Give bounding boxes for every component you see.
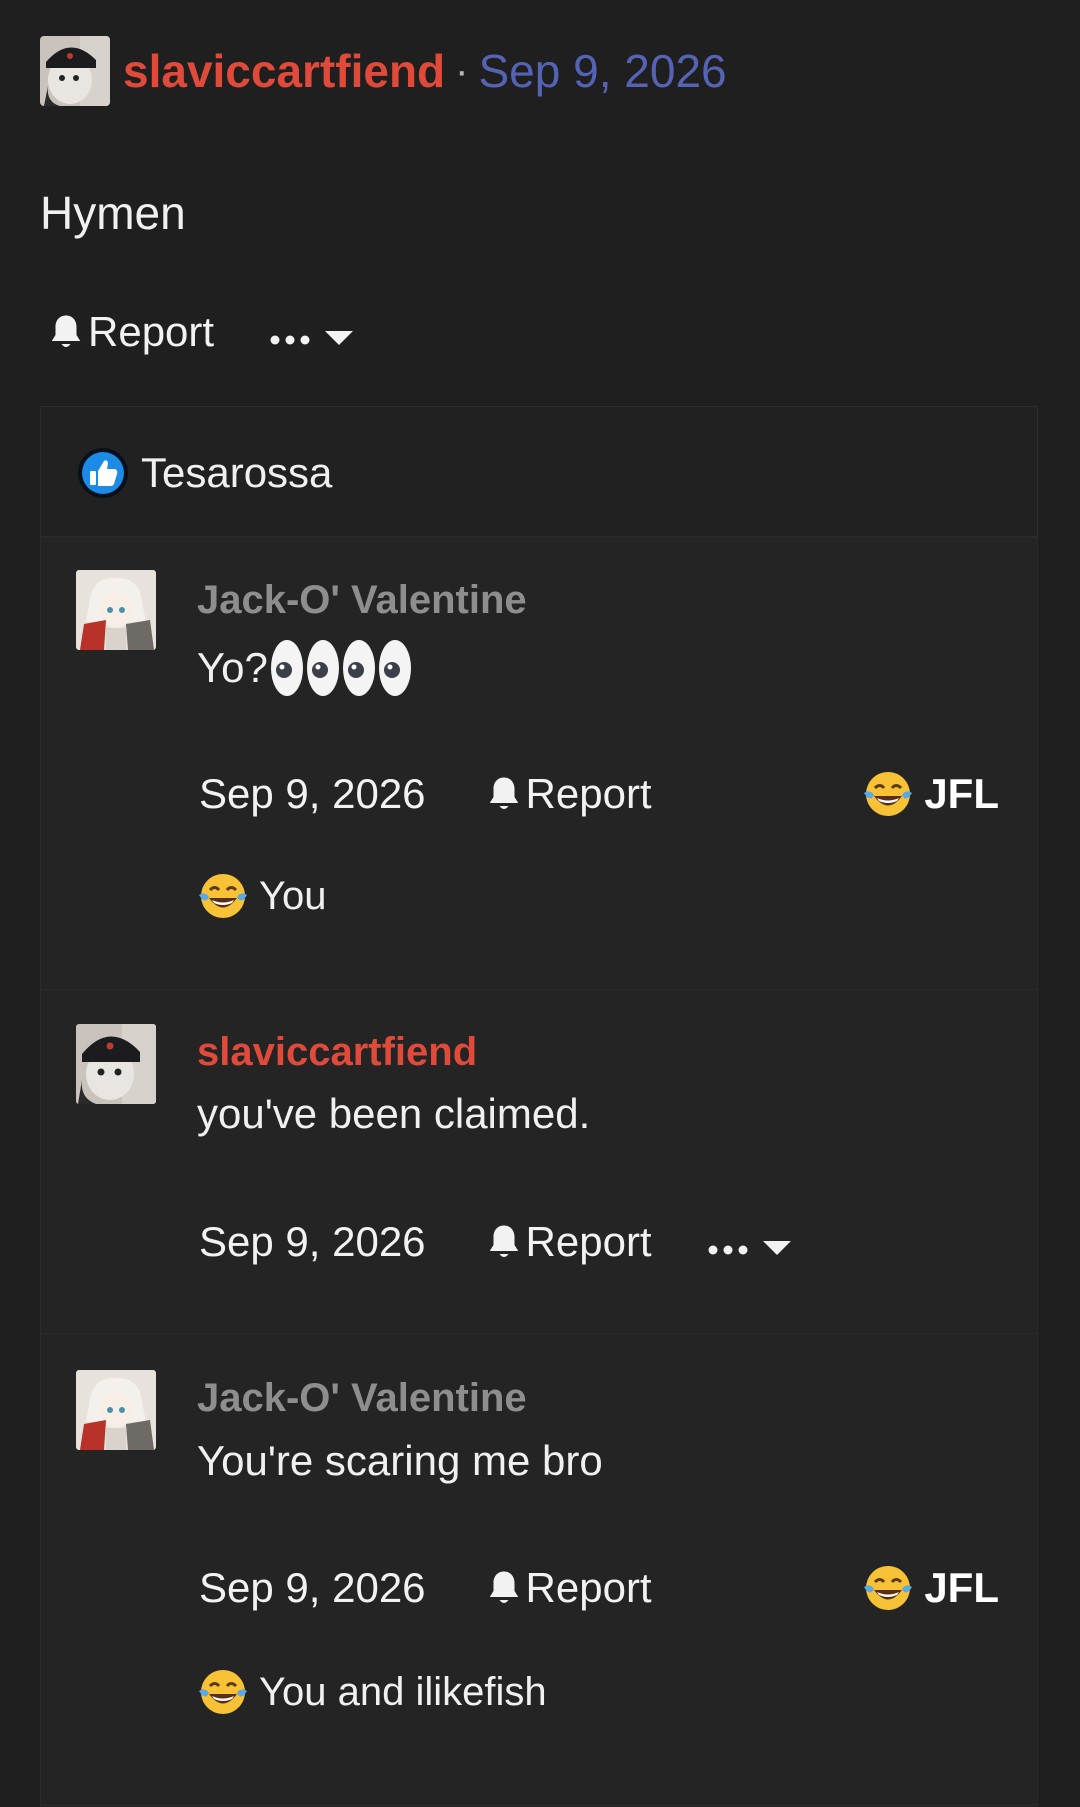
post-body: Hymen xyxy=(40,187,186,239)
reacted-by-names: You and ilikefish xyxy=(259,1669,547,1714)
ellipsis-icon xyxy=(708,1218,748,1266)
comment-report-label: Report xyxy=(525,770,652,817)
chevron-down-icon xyxy=(324,308,354,356)
thumbs-up-icon xyxy=(77,447,129,499)
comment-item: slaviccartfiend you've been claimed. Sep… xyxy=(41,989,1037,1333)
comment-meta: Sep 9, 2026 Report xyxy=(199,764,652,824)
comment-text: you've been claimed. xyxy=(197,1090,591,1137)
bell-icon xyxy=(486,774,522,814)
reacted-by-names: You xyxy=(259,873,327,918)
comment-item: Jack-O' Valentine Yo? Sep 9, 2026 Report xyxy=(41,537,1037,989)
header-separator: · xyxy=(455,48,469,93)
comment-text: Yo? xyxy=(197,638,414,698)
comments-panel: Tesarossa Jack-O' Valentine Yo? Sep 9, 2… xyxy=(40,406,1038,1806)
post-header: slaviccartfiend · Sep 9, 2026 xyxy=(40,36,727,106)
ellipsis-icon xyxy=(270,308,310,356)
commenter-avatar[interactable] xyxy=(76,1370,156,1450)
comment-author[interactable]: slaviccartfiend xyxy=(197,1030,477,1075)
tears-of-joy-icon xyxy=(862,1563,914,1613)
more-options-button[interactable] xyxy=(270,308,354,356)
reaction-button[interactable]: JFL xyxy=(862,1558,999,1618)
tears-of-joy-icon xyxy=(197,871,249,921)
reacted-by-row[interactable]: You and ilikefish xyxy=(197,1664,547,1720)
comment-text-content: Yo? xyxy=(197,644,268,691)
commenter-avatar[interactable] xyxy=(76,1024,156,1104)
likes-row[interactable]: Tesarossa xyxy=(41,407,1037,537)
chevron-down-icon xyxy=(762,1218,792,1266)
reaction-label: JFL xyxy=(924,770,999,817)
comment-meta: Sep 9, 2026 Report xyxy=(199,1558,652,1618)
more-options-button[interactable] xyxy=(708,1218,792,1266)
commenter-avatar[interactable] xyxy=(76,570,156,650)
bell-icon xyxy=(486,1568,522,1608)
tears-of-joy-icon xyxy=(197,1667,249,1717)
post-actions: Report xyxy=(48,302,354,362)
report-label: Report xyxy=(88,308,215,355)
comment-report-label: Report xyxy=(525,1564,652,1611)
comment-date[interactable]: Sep 9, 2026 xyxy=(199,1564,426,1612)
tears-of-joy-icon xyxy=(862,769,914,819)
comment-date[interactable]: Sep 9, 2026 xyxy=(199,770,426,818)
op-date[interactable]: Sep 9, 2026 xyxy=(479,44,727,98)
op-avatar[interactable] xyxy=(40,36,110,106)
comment-text: You're scaring me bro xyxy=(197,1437,603,1484)
comment-item: Jack-O' Valentine You're scaring me bro … xyxy=(41,1333,1037,1807)
reacted-by-row[interactable]: You xyxy=(197,868,327,924)
comment-author[interactable]: Jack-O' Valentine xyxy=(197,578,527,623)
eyes-emoji-icon xyxy=(270,639,414,697)
comment-report-button[interactable]: Report xyxy=(486,1564,652,1612)
comment-author[interactable]: Jack-O' Valentine xyxy=(197,1376,527,1421)
reaction-label: JFL xyxy=(924,1564,999,1611)
bell-icon xyxy=(486,1222,522,1262)
op-username[interactable]: slaviccartfiend xyxy=(123,44,445,98)
likes-names[interactable]: Tesarossa xyxy=(141,447,332,499)
report-button[interactable]: Report xyxy=(48,308,214,356)
comment-meta: Sep 9, 2026 Report xyxy=(199,1212,792,1272)
reaction-button[interactable]: JFL xyxy=(862,764,999,824)
comment-report-button[interactable]: Report xyxy=(486,1218,652,1266)
comment-report-label: Report xyxy=(525,1218,652,1265)
comment-date[interactable]: Sep 9, 2026 xyxy=(199,1218,426,1266)
bell-icon xyxy=(48,312,84,352)
comment-report-button[interactable]: Report xyxy=(486,770,652,818)
